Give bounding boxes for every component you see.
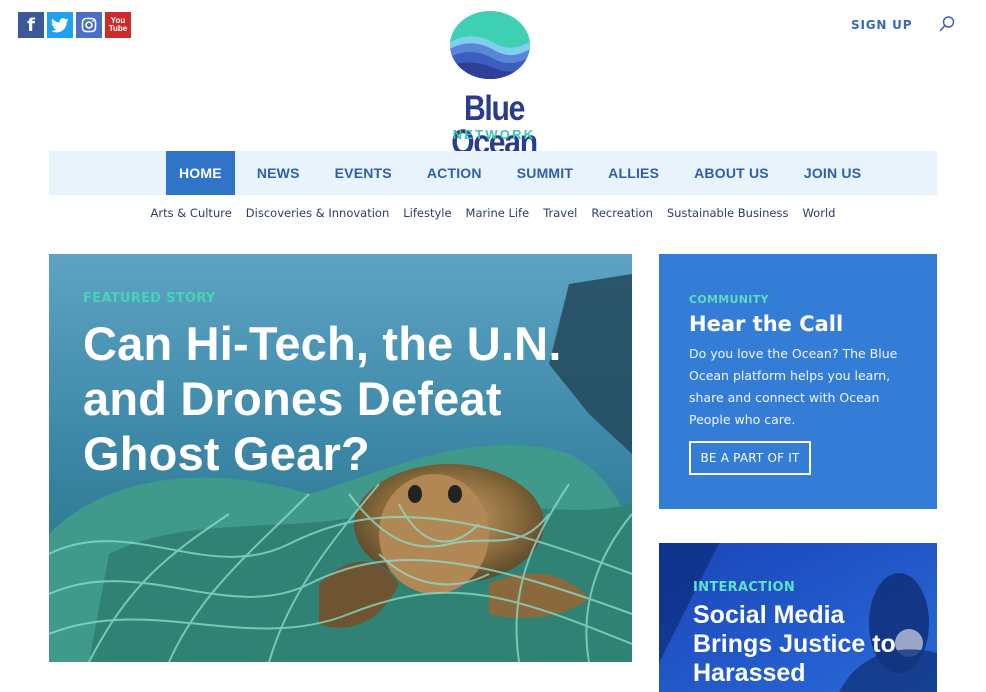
nav-allies[interactable]: ALLIES [595,151,672,195]
featured-story-card[interactable]: FEATURED STORY Can Hi-Tech, the U.N. and… [49,254,632,662]
nav-about-us[interactable]: ABOUT US [681,151,782,195]
youtube-icon[interactable]: You Tube [105,12,131,38]
category-arts-culture[interactable]: Arts & Culture [144,206,239,220]
nav-events[interactable]: EVENTS [322,151,405,195]
logo-subtitle: NETWORK [452,127,536,142]
facebook-icon[interactable]: f [18,12,44,38]
nav-join-us[interactable]: JOIN US [791,151,874,195]
site-logo[interactable]: Blue Ocean NETWORK [414,10,574,160]
category-world[interactable]: World [795,206,842,220]
category-nav: Arts & Culture Discoveries & Innovation … [0,206,986,220]
community-card: COMMUNITY Hear the Call Do you love the … [659,254,937,509]
category-marine-life[interactable]: Marine Life [459,206,537,220]
featured-title[interactable]: Can Hi-Tech, the U.N. and Drones Defeat … [83,316,603,481]
community-text: Do you love the Ocean? The Blue Ocean pl… [689,346,898,427]
nav-news[interactable]: NEWS [244,151,313,195]
category-recreation[interactable]: Recreation [584,206,660,220]
search-icon[interactable] [938,15,956,33]
interaction-story-card[interactable]: INTERACTION Social Media Brings Justice … [659,543,937,692]
instagram-icon[interactable] [76,12,102,38]
featured-kicker: FEATURED STORY [83,291,216,306]
social-links: f You Tube [18,12,131,38]
community-kicker: COMMUNITY [689,293,769,306]
logo-wave-icon [450,11,530,79]
category-lifestyle[interactable]: Lifestyle [396,206,458,220]
be-a-part-button[interactable]: BE A PART OF IT [689,441,811,475]
main-nav: HOME NEWS EVENTS ACTION SUMMIT ALLIES AB… [49,151,937,195]
twitter-icon[interactable] [47,12,73,38]
community-title: Hear the Call [689,312,844,336]
sign-up-link[interactable]: SIGN UP [851,18,912,32]
nav-home[interactable]: HOME [166,151,235,195]
interaction-title[interactable]: Social Media Brings Justice to Harassed [693,601,923,688]
category-sustainable-business[interactable]: Sustainable Business [660,206,796,220]
youtube-line2: Tube [108,24,128,33]
category-travel[interactable]: Travel [536,206,584,220]
nav-summit[interactable]: SUMMIT [504,151,586,195]
nav-action[interactable]: ACTION [414,151,495,195]
interaction-kicker: INTERACTION [693,580,796,595]
logo-title: Blue Ocean [451,89,538,162]
category-discoveries-innovation[interactable]: Discoveries & Innovation [239,206,396,220]
